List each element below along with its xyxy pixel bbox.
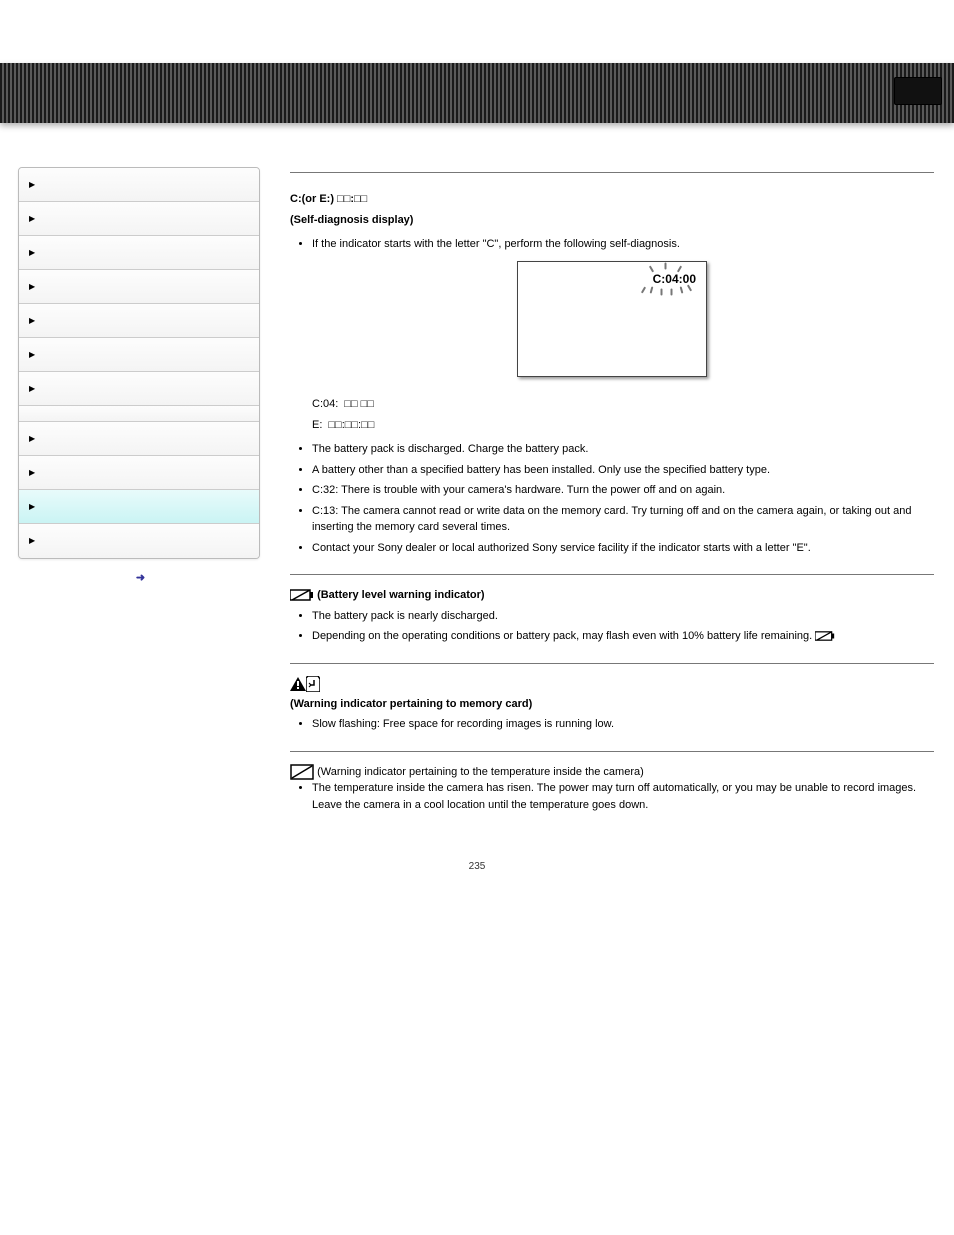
chevron-right-icon: ▶ bbox=[29, 350, 35, 360]
list-item: The battery pack is nearly discharged. bbox=[312, 608, 934, 625]
sidebar-item-5[interactable]: ▶ bbox=[19, 338, 259, 372]
code-row: E: □□:□□:□□ bbox=[312, 417, 934, 434]
section-self-diagnosis: C:(or E:) □□:□□ (Self-diagnosis display)… bbox=[290, 191, 934, 575]
list-item: C:32: There is trouble with your camera'… bbox=[312, 482, 934, 499]
section-heading: C:(or E:) □□:□□ bbox=[290, 191, 934, 208]
display-code: C:04:00 bbox=[653, 270, 696, 288]
chevron-right-icon: ▶ bbox=[29, 180, 35, 190]
sidebar-item-4[interactable]: ▶ bbox=[19, 304, 259, 338]
list-item: Contact your Sony dealer or local author… bbox=[312, 540, 934, 557]
code-row: C:04: □□ □□ bbox=[312, 396, 934, 413]
battery-low-icon bbox=[815, 631, 835, 641]
placeholder-glyph: □□:□□:□□ bbox=[328, 417, 374, 434]
list-item: The battery pack is discharged. Charge t… bbox=[312, 441, 934, 458]
chevron-right-icon: ▶ bbox=[29, 214, 35, 224]
list-item: The temperature inside the camera has ri… bbox=[312, 780, 934, 813]
sidebar: ▶ ▶ ▶ ▶ ▶ ▶ ▶ bbox=[18, 167, 260, 857]
section-heading: (Warning indicator pertaining to memory … bbox=[290, 676, 934, 713]
heading-text: (Warning indicator pertaining to the tem… bbox=[317, 766, 644, 778]
sidebar-divider bbox=[19, 406, 259, 422]
list-item: C:13: The camera cannot read or write da… bbox=[312, 503, 934, 536]
sidebar-item-6[interactable]: ▶ bbox=[19, 372, 259, 406]
sidebar-item-9[interactable]: ▶ bbox=[19, 490, 259, 524]
list-item-text: Depending on the operating conditions or… bbox=[312, 630, 812, 642]
back-next-nav[interactable]: ➜ bbox=[18, 571, 260, 584]
page-number: 235 bbox=[0, 857, 954, 902]
sidebar-item-1[interactable]: ▶ bbox=[19, 202, 259, 236]
arrow-right-icon: ➜ bbox=[133, 572, 145, 584]
sidebar-item-8[interactable]: ▶ bbox=[19, 456, 259, 490]
sidebar-panel: ▶ ▶ ▶ ▶ ▶ ▶ ▶ bbox=[18, 167, 260, 559]
chevron-right-icon: ▶ bbox=[29, 536, 35, 546]
main-content: C:(or E:) □□:□□ (Self-diagnosis display)… bbox=[290, 167, 954, 857]
section-heading: (Battery level warning indicator) bbox=[290, 587, 934, 604]
code-text: C:04: bbox=[312, 396, 338, 413]
warning-triangle-icon bbox=[290, 677, 306, 691]
heading-text-1: C:(or E:) bbox=[290, 193, 337, 205]
section-heading: (Warning indicator pertaining to the tem… bbox=[290, 764, 934, 781]
chevron-right-icon: ▶ bbox=[29, 282, 35, 292]
sidebar-item-3[interactable]: ▶ bbox=[19, 270, 259, 304]
sidebar-item-0[interactable]: ▶ bbox=[19, 168, 259, 202]
list-item: Depending on the operating conditions or… bbox=[312, 628, 934, 645]
placeholder-glyph: □□ □□ bbox=[344, 396, 374, 413]
header-bar bbox=[0, 63, 954, 123]
chevron-right-icon: ▶ bbox=[29, 316, 35, 326]
list-item: If the indicator starts with the letter … bbox=[312, 236, 934, 253]
chevron-right-icon: ▶ bbox=[29, 384, 35, 394]
display-preview-box: C:04:00 bbox=[517, 261, 707, 377]
list-item: Slow flashing: Free space for recording … bbox=[312, 716, 934, 733]
code-text: E: bbox=[312, 417, 322, 434]
page-subtitle bbox=[290, 169, 934, 173]
sidebar-item-2[interactable]: ▶ bbox=[19, 236, 259, 270]
chevron-right-icon: ▶ bbox=[29, 434, 35, 444]
battery-low-icon bbox=[290, 589, 314, 601]
list-item: A battery other than a specified battery… bbox=[312, 462, 934, 479]
section-memory-card-warning: (Warning indicator pertaining to memory … bbox=[290, 676, 934, 752]
section-heading-2: (Self-diagnosis display) bbox=[290, 212, 934, 229]
sidebar-item-10[interactable]: ▶ bbox=[19, 524, 259, 558]
heading-text: (Warning indicator pertaining to memory … bbox=[290, 698, 532, 710]
chevron-right-icon: ▶ bbox=[29, 468, 35, 478]
heading-text: (Battery level warning indicator) bbox=[317, 589, 484, 601]
header-button[interactable] bbox=[894, 77, 942, 105]
section-temperature-warning: (Warning indicator pertaining to the tem… bbox=[290, 764, 934, 814]
memory-card-icon bbox=[306, 676, 320, 692]
chevron-right-icon: ▶ bbox=[29, 248, 35, 258]
placeholder-glyph: □□:□□ bbox=[337, 193, 367, 205]
sidebar-item-7[interactable]: ▶ bbox=[19, 422, 259, 456]
chevron-right-icon: ▶ bbox=[29, 502, 35, 512]
section-battery-warning: (Battery level warning indicator) The ba… bbox=[290, 587, 934, 664]
temperature-warning-icon bbox=[290, 764, 314, 780]
